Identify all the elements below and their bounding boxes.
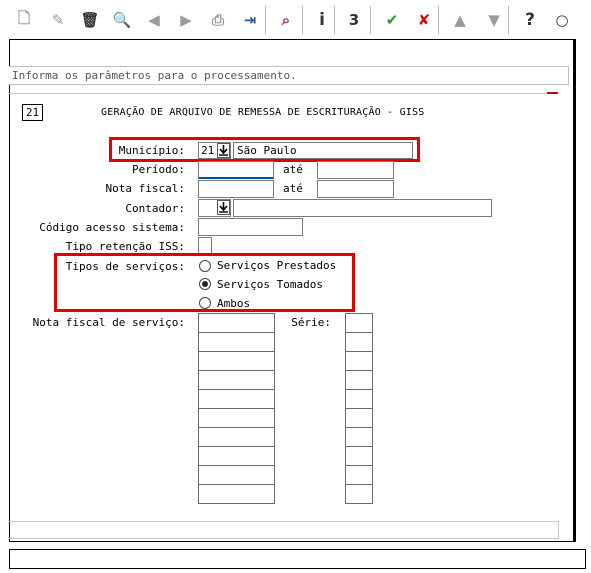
periodo-start-field[interactable] <box>198 161 274 179</box>
radio-servicos-tomados[interactable] <box>199 278 211 290</box>
up-button[interactable]: ▲ <box>448 8 472 32</box>
info-button[interactable]: i <box>310 8 334 32</box>
cancel-button[interactable]: ✘ <box>412 8 436 32</box>
nota-fiscal-servico-cell[interactable] <box>198 351 275 371</box>
confirm-icon: ✔ <box>385 11 399 29</box>
binoculars-button[interactable]: ⌕ <box>274 8 298 32</box>
nota-fiscal-end-field[interactable] <box>317 180 394 198</box>
calculator-icon: 3 <box>348 11 360 29</box>
nota-fiscal-servico-cell[interactable] <box>198 465 275 485</box>
serie-label: Série: <box>291 316 331 329</box>
print-button[interactable]: ⎙ <box>206 8 230 32</box>
toolbar-separator <box>265 6 266 34</box>
serie-cell[interactable] <box>345 427 373 447</box>
nota-fiscal-servico-cell[interactable] <box>198 313 275 333</box>
info-message: Informa os parâmetros para o processamen… <box>9 66 569 85</box>
radio-selected-dot <box>202 281 208 287</box>
info-icon: i <box>319 10 325 30</box>
exit-button[interactable]: ⇥ <box>238 8 262 32</box>
nota-fiscal-servico-cell[interactable] <box>198 408 275 428</box>
radio-ambos-label[interactable]: Ambos <box>217 297 250 310</box>
codigo-acesso-label: Código acesso sistema: <box>39 221 185 234</box>
tipos-servicos-label: Tipos de serviços: <box>65 260 185 273</box>
help-button[interactable]: ? <box>518 8 542 32</box>
forward-icon: ▶ <box>180 11 192 29</box>
lookup-arrow-icon <box>219 145 228 156</box>
down-button[interactable]: ▼ <box>482 8 506 32</box>
calculator-button[interactable]: 3 <box>342 8 366 32</box>
search-button[interactable]: 🔍 <box>110 8 134 32</box>
toolbar-separator <box>334 6 335 34</box>
divider <box>9 93 558 94</box>
binoculars-icon: ⌕ <box>281 11 291 29</box>
down-icon: ▼ <box>488 11 500 29</box>
help-icon: ? <box>525 10 535 30</box>
serie-cell[interactable] <box>345 446 373 466</box>
contador-lookup-button[interactable] <box>217 200 230 215</box>
nota-fiscal-servico-cell[interactable] <box>198 484 275 504</box>
back-icon: ◀ <box>148 11 160 29</box>
bottom-field <box>9 521 559 539</box>
divider-marker <box>547 92 558 94</box>
page-title: GERAÇÃO DE ARQUIVO DE REMESSA DE ESCRITU… <box>101 107 425 118</box>
serie-cell[interactable] <box>345 370 373 390</box>
codigo-acesso-field[interactable] <box>198 218 303 236</box>
screen-number: 21 <box>22 104 43 121</box>
trash-icon: 🗑 <box>80 11 100 29</box>
chat-icon: ○ <box>555 11 569 29</box>
serie-cell[interactable] <box>345 351 373 371</box>
nota-fiscal-start-field[interactable] <box>198 180 274 198</box>
nota-fiscal-servico-cell[interactable] <box>198 370 275 390</box>
forward-button[interactable]: ▶ <box>174 8 198 32</box>
toolbar-separator <box>370 6 371 34</box>
toolbar-separator <box>508 6 509 34</box>
nota-fiscal-servico-cell[interactable] <box>198 446 275 466</box>
new-doc-button[interactable]: 🗋 <box>12 8 36 32</box>
serie-cell[interactable] <box>345 484 373 504</box>
municipio-code: 21 <box>201 144 215 157</box>
municipio-label: Município: <box>118 144 185 157</box>
nota-fiscal-servico-cell[interactable] <box>198 332 275 352</box>
contador-name-field[interactable] <box>233 199 492 217</box>
radio-servicos-prestados[interactable] <box>199 260 211 272</box>
radio-servicos-tomados-label[interactable]: Serviços Tomados <box>217 278 323 291</box>
toolbar-separator <box>302 6 303 34</box>
serie-cell[interactable] <box>345 465 373 485</box>
search-icon: 🔍 <box>112 11 132 29</box>
tipo-retencao-label: Tipo retenção ISS: <box>65 240 185 253</box>
municipio-lookup-button[interactable] <box>217 143 230 158</box>
nota-fiscal-servico-cell[interactable] <box>198 389 275 409</box>
nota-fiscal-servico-cell[interactable] <box>198 427 275 447</box>
print-icon: ⎙ <box>211 11 224 29</box>
edit-icon: ✎ <box>51 11 65 29</box>
serie-cell[interactable] <box>345 389 373 409</box>
serie-cell[interactable] <box>345 332 373 352</box>
radio-servicos-prestados-label[interactable]: Serviços Prestados <box>217 259 336 272</box>
status-bar <box>9 549 586 569</box>
municipio-name-field[interactable]: São Paulo <box>233 142 413 159</box>
exit-icon: ⇥ <box>243 11 257 29</box>
chat-button[interactable]: ○ <box>550 8 574 32</box>
nota-fiscal-servico-label: Nota fiscal de serviço: <box>32 316 185 329</box>
periodo-label: Período: <box>132 163 185 176</box>
new-doc-icon: 🗋 <box>17 8 31 27</box>
edit-button[interactable]: ✎ <box>46 8 70 32</box>
serie-cell[interactable] <box>345 313 373 333</box>
nota-fiscal-ate-label: até <box>283 182 303 195</box>
periodo-ate-label: até <box>283 163 303 176</box>
contador-label: Contador: <box>125 202 185 215</box>
lookup-arrow-icon <box>219 202 228 213</box>
serie-cell[interactable] <box>345 408 373 428</box>
periodo-end-field[interactable] <box>317 161 394 179</box>
up-icon: ▲ <box>454 11 466 29</box>
toolbar-separator <box>438 6 439 34</box>
back-button[interactable]: ◀ <box>142 8 166 32</box>
trash-button[interactable]: 🗑 <box>78 8 102 32</box>
cancel-icon: ✘ <box>417 11 431 29</box>
confirm-button[interactable]: ✔ <box>380 8 404 32</box>
nota-fiscal-label: Nota fiscal: <box>105 182 185 195</box>
scrollbar-track[interactable] <box>573 40 575 541</box>
radio-ambos[interactable] <box>199 297 211 309</box>
